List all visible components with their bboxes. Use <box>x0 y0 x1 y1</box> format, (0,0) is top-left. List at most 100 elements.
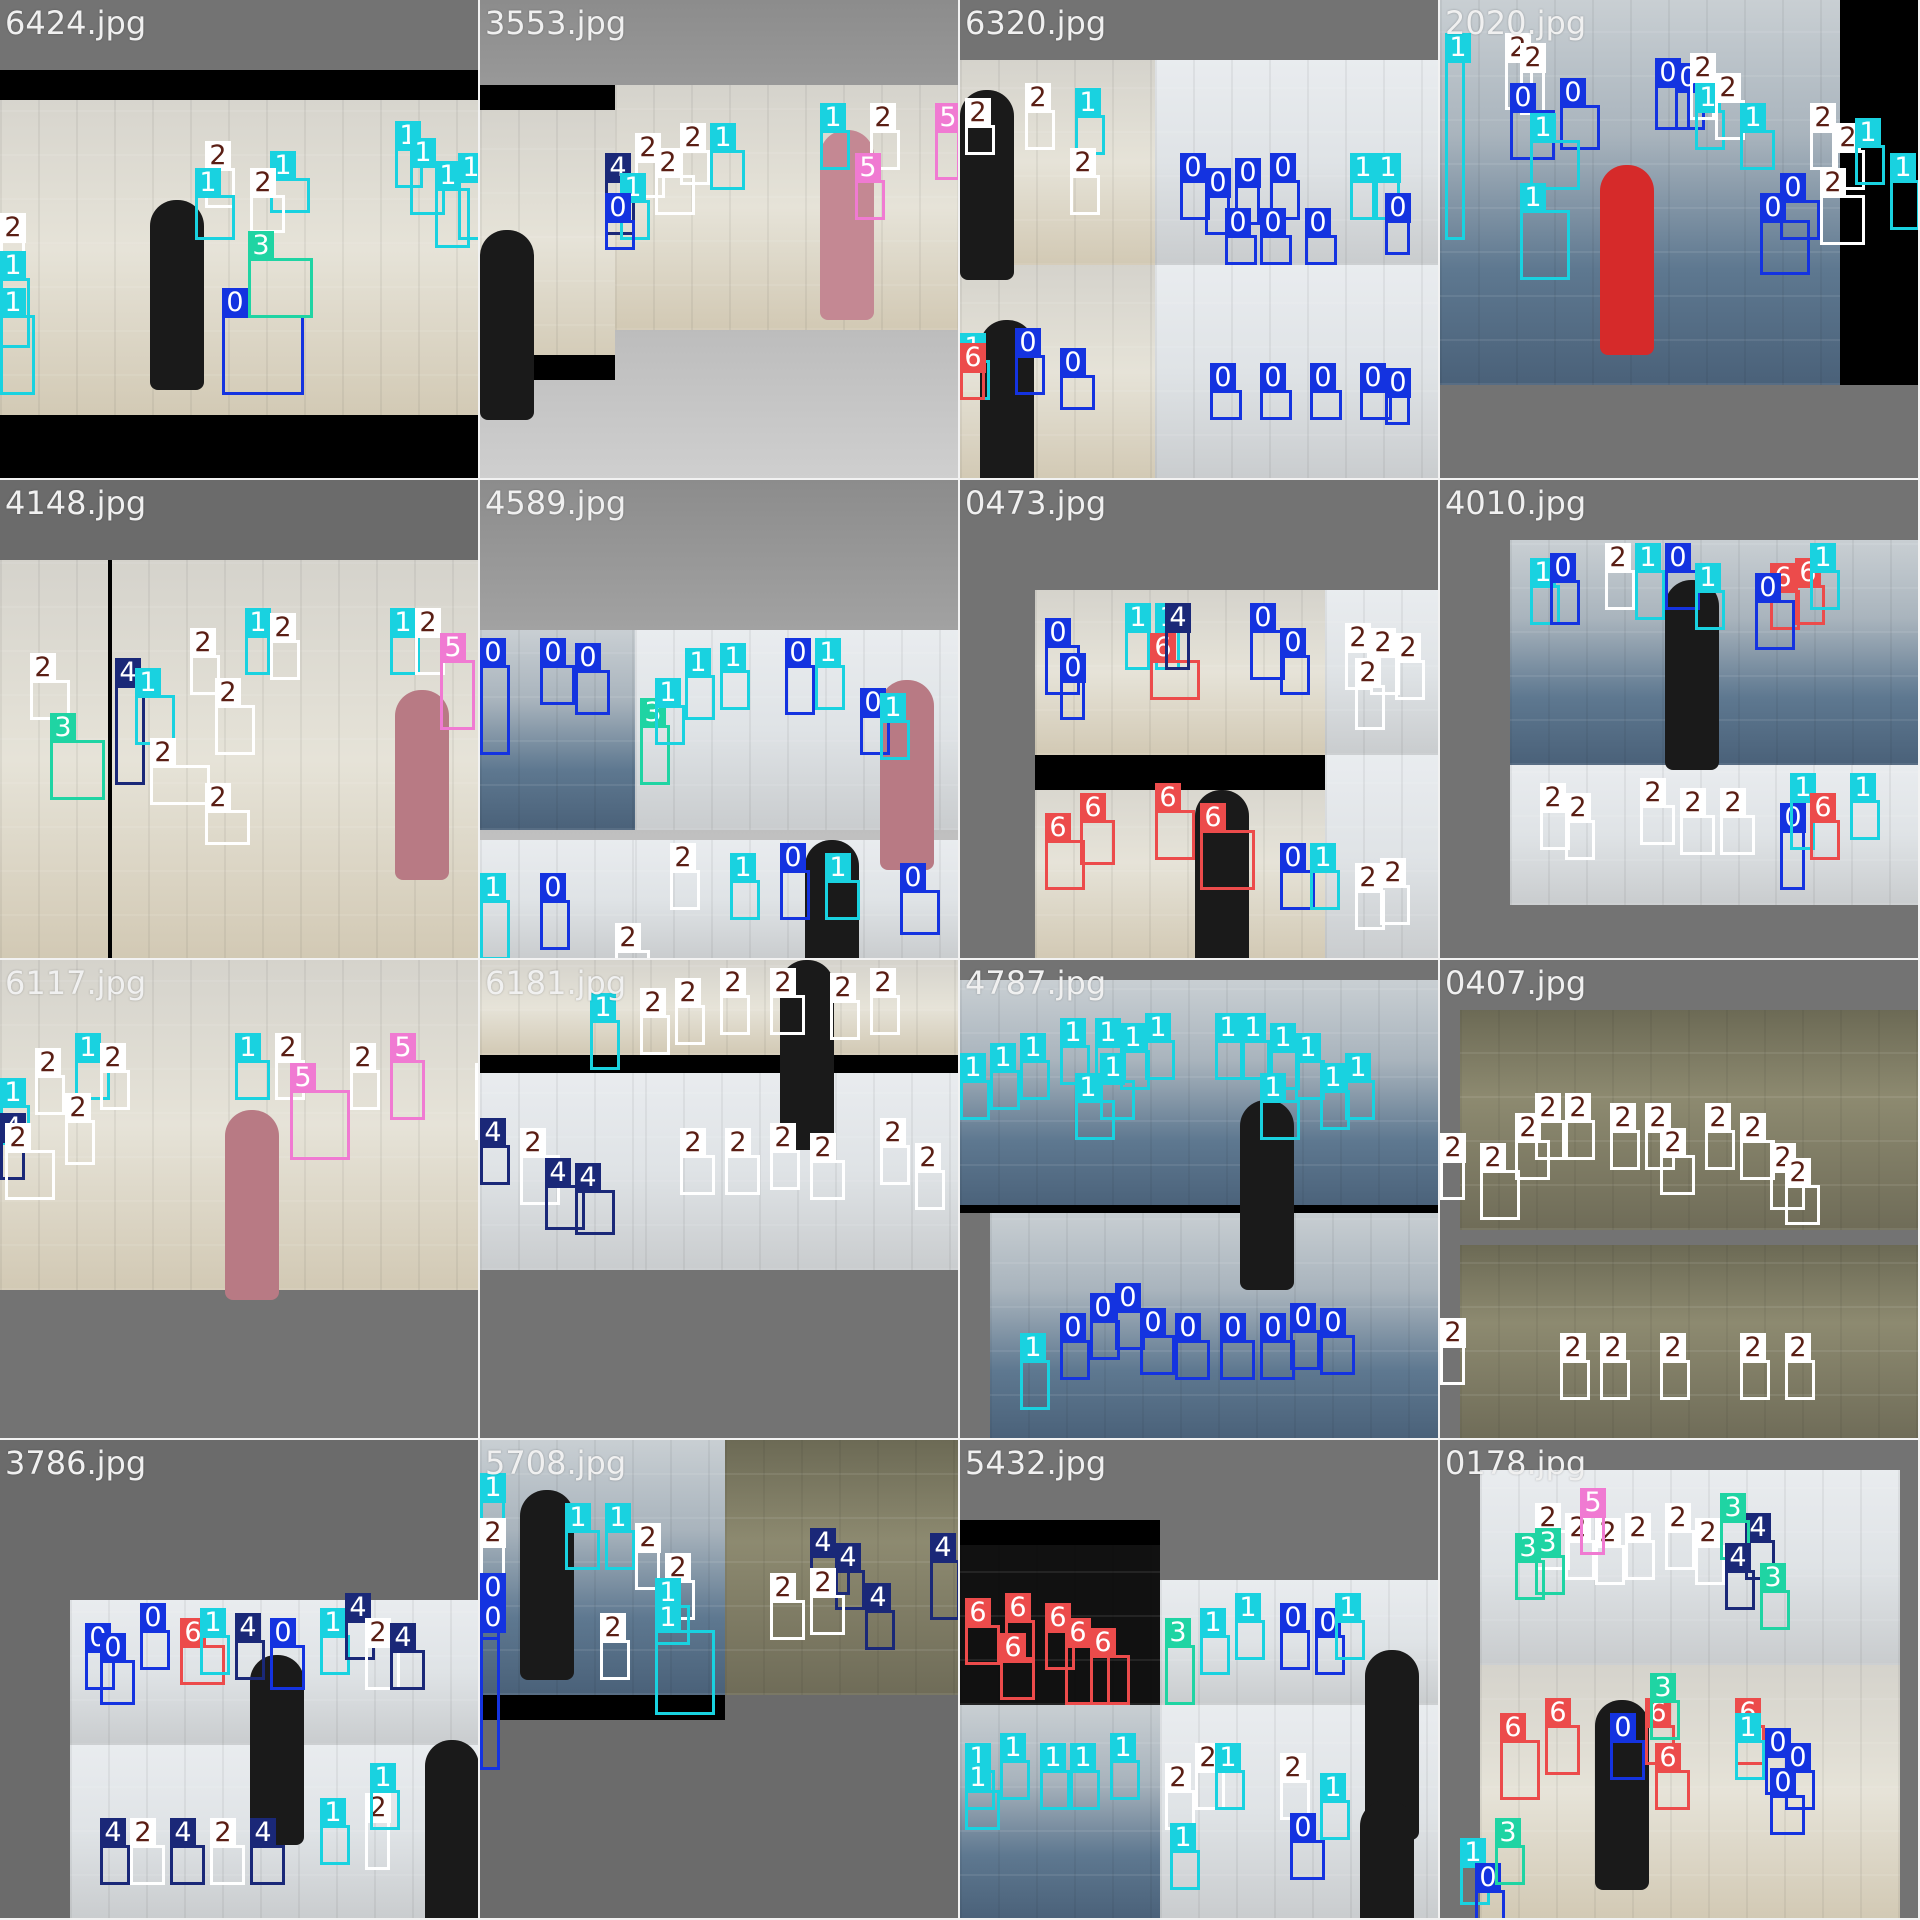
class-label: 0 <box>480 638 506 668</box>
letterbox-bar <box>480 1055 958 1073</box>
class-label: 2 <box>1705 1103 1731 1133</box>
detection-box: 3 <box>248 231 313 318</box>
mosaic-tile: 001164002222666601220473.jpg <box>960 480 1440 960</box>
class-label: 1 <box>825 853 851 883</box>
detection-box: 1 <box>720 643 750 710</box>
class-label: 2 <box>150 738 176 768</box>
detection-box: 1 <box>1020 1333 1050 1410</box>
class-label: 2 <box>720 968 746 998</box>
class-label: 0 <box>480 1603 506 1633</box>
mosaic-tile: 1 2 1 2 0 3 1 1 1 1 2 1 1 6424.jpg <box>0 0 480 480</box>
class-label: 2 <box>30 653 56 683</box>
class-label: 2 <box>1740 1333 1766 1363</box>
class-label: 2 <box>770 1573 796 1603</box>
detection-box: 1 <box>1740 103 1775 170</box>
class-label: 0 <box>1115 1283 1141 1313</box>
detection-box: 1 <box>480 873 510 958</box>
class-label: 1 <box>1295 1033 1321 1063</box>
detection-box: 0 <box>1175 1313 1210 1380</box>
class-label: 4 <box>865 1583 891 1613</box>
class-label: 2 <box>1740 1113 1766 1143</box>
detection-box: 0 <box>1610 1713 1645 1780</box>
class-label: 2 <box>1820 168 1846 198</box>
class-label: 2 <box>880 1118 906 1148</box>
class-label: 6 <box>965 1598 991 1628</box>
detection-box: 4 <box>480 1118 510 1185</box>
class-label: 1 <box>1075 88 1101 118</box>
detection-box: 4 <box>100 1818 130 1885</box>
class-label: 3 <box>1720 1493 1746 1523</box>
detection-box: 0 <box>1385 368 1411 425</box>
detection-box: 4 <box>865 1583 895 1650</box>
detection-box: 2 <box>270 613 300 680</box>
detection-box: 2 <box>205 783 250 845</box>
detection-box: 4 <box>930 1533 958 1620</box>
class-label: 1 <box>1215 1013 1241 1043</box>
class-label: 4 <box>480 1118 506 1148</box>
class-label: 2 <box>1565 1093 1591 1123</box>
class-label: 1 <box>1110 1733 1136 1763</box>
detection-box: 2 <box>350 1043 380 1110</box>
class-label: 0 <box>140 1603 166 1633</box>
class-label: 2 <box>65 1093 91 1123</box>
class-label: 3 <box>1535 1528 1561 1558</box>
class-label: 2 <box>100 1043 126 1073</box>
detection-box: 0 <box>1140 1308 1175 1375</box>
class-label: 1 <box>1270 1023 1296 1053</box>
detection-box: 2 <box>1610 1103 1640 1170</box>
class-label: 2 <box>810 1133 836 1163</box>
detection-box: 2 <box>1440 1318 1466 1385</box>
detection-box: 0 <box>1310 363 1342 420</box>
detection-box: 2 <box>1395 633 1425 700</box>
detection-box: 1 <box>1345 1053 1375 1120</box>
class-label: 2 <box>675 978 701 1008</box>
class-label: 6 <box>960 343 986 373</box>
class-label: 1 <box>1375 153 1401 183</box>
class-label: 2 <box>810 1568 836 1598</box>
mosaic-tile: 1 2 2 0 0 1 0 0 2 1 2 1 2 2 1 0 2 0 1 1 2020.jpg <box>1440 0 1920 480</box>
class-label: 2 <box>1355 658 1381 688</box>
detection-box: 0 <box>1475 1863 1505 1918</box>
detection-box: 2 <box>1355 658 1385 730</box>
class-label: 2 <box>1480 1143 1506 1173</box>
detection-box: 2 <box>1680 788 1715 855</box>
detection-box: 1 <box>1100 1053 1135 1120</box>
class-label: 2 <box>1440 1318 1466 1348</box>
detection-box: 5 <box>1580 1488 1606 1555</box>
class-label: 1 <box>245 608 271 638</box>
class-label: 1 <box>565 1503 591 1533</box>
class-label: 2 <box>1665 1503 1691 1533</box>
class-label: 1 <box>1735 1713 1761 1743</box>
teacher-figure <box>480 230 534 420</box>
mosaic-tile: 1 2 2 2 2 2 2 4 2 4 4 2 2 2 2 2 2 6181.jpg <box>480 960 960 1440</box>
class-label: 1 <box>135 668 161 698</box>
detection-box: 0 <box>480 638 510 755</box>
class-label: 1 <box>1125 603 1151 633</box>
letterbox-bar <box>108 560 112 958</box>
class-label: 2 <box>1785 1333 1811 1363</box>
detection-box: 1 <box>710 123 745 190</box>
class-label: 1 <box>1350 153 1376 183</box>
class-label: 2 <box>655 148 681 178</box>
detection-box: 2 <box>600 1613 630 1680</box>
detection-box: 2 <box>1565 1093 1595 1160</box>
detection-box: 1 <box>655 678 685 745</box>
class-label: 2 <box>680 1128 706 1158</box>
letterbox-bar <box>0 415 478 478</box>
detection-box: 0 <box>1060 653 1086 720</box>
detection-box: 1 <box>1735 1713 1765 1780</box>
class-label: 1 <box>1200 1608 1226 1638</box>
class-label: 6 <box>1500 1713 1526 1743</box>
class-label: 1 <box>820 103 846 133</box>
detection-box: 1 <box>730 853 760 920</box>
detection-box: 6 <box>1500 1713 1540 1800</box>
detection-box: 4 <box>1165 603 1191 670</box>
class-label: 0 <box>1770 1768 1796 1798</box>
class-label: 4 <box>250 1818 276 1848</box>
detection-box: 2 <box>810 1568 845 1635</box>
tile-filename: 0473.jpg <box>965 484 1107 522</box>
detection-box: 1 <box>320 1798 350 1865</box>
class-label: 0 <box>1360 363 1386 393</box>
tile-filename: 0178.jpg <box>1445 1444 1587 1482</box>
class-label: 5 <box>855 153 881 183</box>
